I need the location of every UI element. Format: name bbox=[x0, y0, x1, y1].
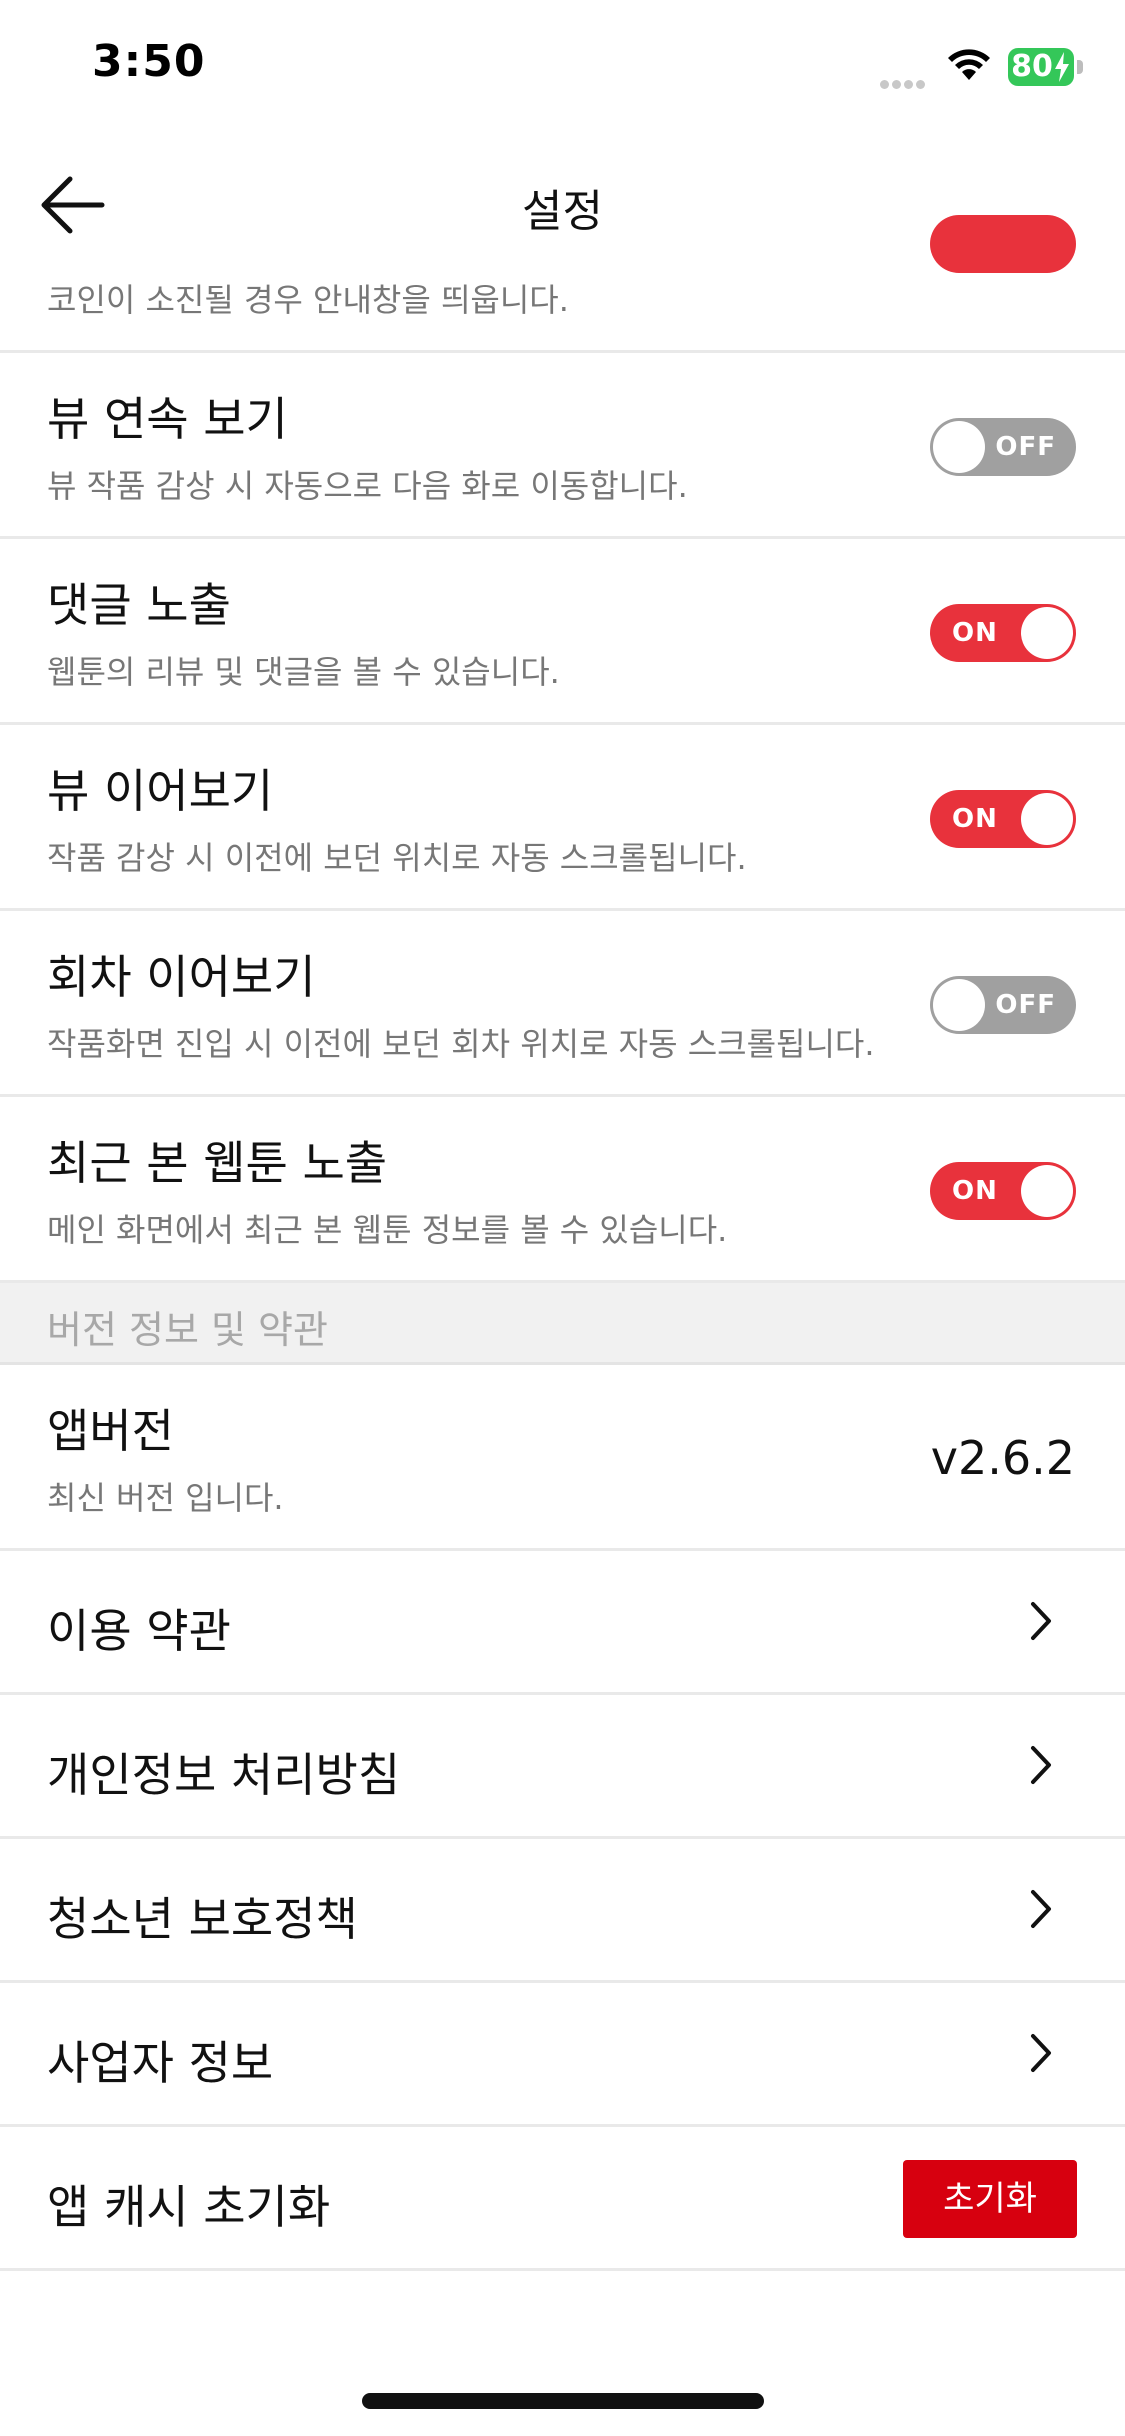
row-description: 웹툰의 리뷰 및 댓글을 볼 수 있습니다. bbox=[47, 653, 560, 691]
toggle-knob bbox=[1021, 793, 1073, 845]
charging-bolt-icon bbox=[1055, 52, 1069, 82]
battery-level: 80 bbox=[1011, 49, 1053, 84]
view-resume-row: 뷰 이어보기 작품 감상 시 이전에 보던 위치로 자동 스크롤됩니다. ON bbox=[0, 725, 1125, 911]
status-time: 3:50 bbox=[92, 36, 206, 87]
row-title: 댓글 노출 bbox=[47, 578, 231, 632]
chevron-right-icon bbox=[1031, 1602, 1051, 1640]
home-indicator bbox=[362, 2393, 764, 2409]
row-description: 뷰 작품 감상 시 자동으로 다음 화로 이동합니다. bbox=[47, 467, 688, 505]
toggle-knob bbox=[1021, 607, 1073, 659]
row-title: 뷰 연속 보기 bbox=[47, 392, 288, 446]
comments-row: 댓글 노출 웹툰의 리뷰 및 댓글을 볼 수 있습니다. ON bbox=[0, 539, 1125, 725]
toggle-label: ON bbox=[952, 618, 998, 648]
row-description: 작품화면 진입 시 이전에 보던 회차 위치로 자동 스크롤됩니다. bbox=[47, 1025, 875, 1063]
status-bar: 3:50 80 bbox=[0, 0, 1125, 135]
row-title: 최근 본 웹툰 노출 bbox=[47, 1136, 388, 1190]
section-header: 버전 정보 및 약관 bbox=[0, 1283, 1125, 1365]
recent-webtoon-toggle[interactable]: ON bbox=[930, 1162, 1076, 1220]
row-title: 뷰 이어보기 bbox=[47, 764, 274, 818]
wifi-icon bbox=[948, 49, 990, 80]
toggle-knob bbox=[933, 421, 985, 473]
section-title: 버전 정보 및 약관 bbox=[47, 1308, 328, 1352]
coin-alert-row: 코인이 소진될 경우 안내창을 띄웁니다. bbox=[0, 215, 1125, 353]
reset-cache-button[interactable]: 초기화 bbox=[903, 2160, 1077, 2238]
row-description: 작품 감상 시 이전에 보던 위치로 자동 스크롤됩니다. bbox=[47, 839, 747, 877]
episode-resume-toggle[interactable]: OFF bbox=[930, 976, 1076, 1034]
toggle-label: OFF bbox=[995, 432, 1056, 462]
row-title: 개인정보 처리방침 bbox=[47, 1748, 401, 1802]
view-resume-toggle[interactable]: ON bbox=[930, 790, 1076, 848]
cache-reset-row: 앱 캐시 초기화 초기화 bbox=[0, 2127, 1125, 2271]
toggle-label: OFF bbox=[995, 990, 1056, 1020]
settings-list: 코인이 소진될 경우 안내창을 띄웁니다. 뷰 연속 보기 뷰 작품 감상 시 … bbox=[0, 215, 1125, 2271]
battery-cap bbox=[1077, 60, 1083, 74]
continuous-view-row: 뷰 연속 보기 뷰 작품 감상 시 자동으로 다음 화로 이동합니다. OFF bbox=[0, 353, 1125, 539]
chevron-right-icon bbox=[1031, 2034, 1051, 2072]
toggle-label: ON bbox=[952, 804, 998, 834]
row-description: 코인이 소진될 경우 안내창을 띄웁니다. bbox=[47, 281, 569, 319]
terms-of-use-row[interactable]: 이용 약관 bbox=[0, 1551, 1125, 1695]
coin-alert-toggle[interactable] bbox=[930, 215, 1076, 273]
episode-resume-row: 회차 이어보기 작품화면 진입 시 이전에 보던 회차 위치로 자동 스크롤됩니… bbox=[0, 911, 1125, 1097]
youth-protection-row[interactable]: 청소년 보호정책 bbox=[0, 1839, 1125, 1983]
toggle-label: ON bbox=[952, 1176, 998, 1206]
row-title: 이용 약관 bbox=[47, 1604, 231, 1658]
row-description: 메인 화면에서 최근 본 웹툰 정보를 볼 수 있습니다. bbox=[47, 1211, 728, 1249]
row-title: 앱 캐시 초기화 bbox=[47, 2180, 331, 2234]
chevron-right-icon bbox=[1031, 1746, 1051, 1784]
row-title: 청소년 보호정책 bbox=[47, 1892, 358, 1946]
comments-toggle[interactable]: ON bbox=[930, 604, 1076, 662]
row-title: 사업자 정보 bbox=[47, 2036, 274, 2090]
cellular-signal-icon bbox=[880, 74, 928, 93]
toggle-knob bbox=[933, 979, 985, 1031]
toggle-knob bbox=[1021, 1165, 1073, 1217]
battery-icon: 80 bbox=[1008, 48, 1074, 86]
continuous-view-toggle[interactable]: OFF bbox=[930, 418, 1076, 476]
privacy-policy-row[interactable]: 개인정보 처리방침 bbox=[0, 1695, 1125, 1839]
version-value: v2.6.2 bbox=[930, 1431, 1075, 1485]
app-version-row: 앱버전 최신 버전 입니다. v2.6.2 bbox=[0, 1365, 1125, 1551]
chevron-right-icon bbox=[1031, 1890, 1051, 1928]
row-title: 회차 이어보기 bbox=[47, 950, 316, 1004]
recent-webtoon-row: 최근 본 웹툰 노출 메인 화면에서 최근 본 웹툰 정보를 볼 수 있습니다.… bbox=[0, 1097, 1125, 1283]
row-description: 최신 버전 입니다. bbox=[47, 1479, 284, 1517]
business-info-row[interactable]: 사업자 정보 bbox=[0, 1983, 1125, 2127]
row-title: 앱버전 bbox=[47, 1404, 174, 1458]
